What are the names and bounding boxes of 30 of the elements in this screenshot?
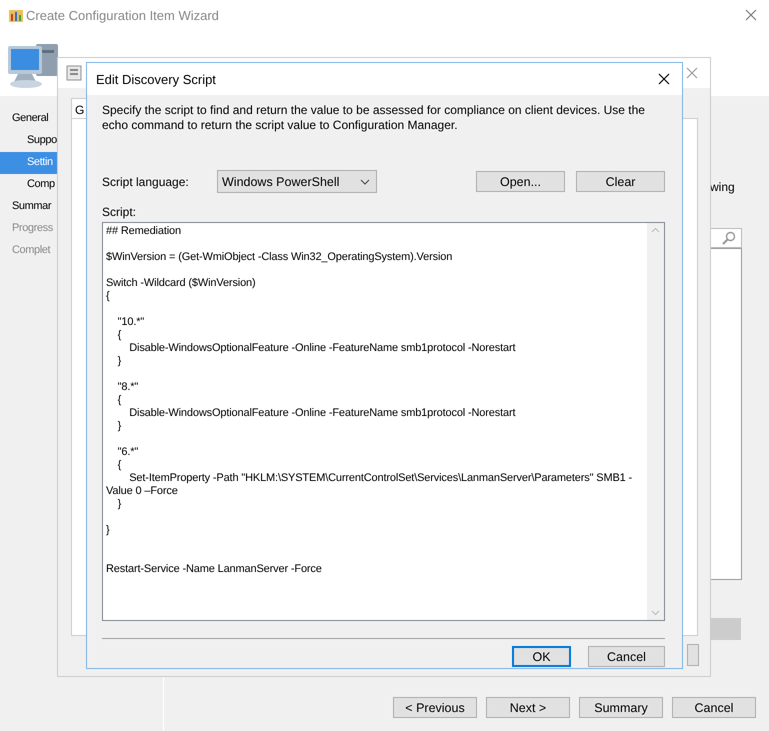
partial-button[interactable] bbox=[687, 644, 699, 666]
field-label: Script: bbox=[102, 205, 138, 219]
clear-button[interactable]: Clear bbox=[576, 171, 665, 192]
wizard-button[interactable]: < Previous bbox=[393, 697, 477, 718]
wizard-button[interactable]: Cancel bbox=[672, 697, 756, 718]
description-text: Specify the script to find and return the value to be assessed for compliance on client devices. Use the echo command to return the script value to Configuration Manager. bbox=[102, 103, 646, 133]
wizard-button[interactable]: Summary bbox=[579, 697, 663, 718]
nav-item[interactable]: Comp bbox=[0, 174, 57, 196]
section-text: wing bbox=[710, 180, 735, 194]
scroll-down-icon[interactable] bbox=[651, 610, 660, 616]
nav-item[interactable]: Summar bbox=[0, 196, 57, 218]
open-button[interactable]: Open... bbox=[476, 171, 565, 192]
language-dropdown[interactable]: Windows PowerShell bbox=[217, 170, 377, 193]
field-label: Script language: bbox=[102, 174, 190, 188]
window-title: Create Configuration Item Wizard bbox=[26, 8, 219, 23]
nav-item[interactable]: General bbox=[0, 108, 57, 130]
window-icon bbox=[66, 65, 82, 81]
dialog-button[interactable]: OK bbox=[512, 646, 571, 667]
app-icon bbox=[8, 8, 24, 24]
nav-item[interactable]: Suppo bbox=[0, 130, 57, 152]
dialog-title: Edit Discovery Script bbox=[96, 72, 216, 86]
search-icon[interactable] bbox=[722, 231, 736, 245]
scroll-up-icon[interactable] bbox=[651, 227, 660, 233]
list-box[interactable] bbox=[708, 248, 742, 580]
script-field[interactable]: ## Remediation $WinVersion = (Get-WmiObject -Class Win32_OperatingSystem).Version Switch -Wildcard ($WinVersion) { "10.*" { Disable-WindowsOptionalFeature -Online -FeatureName smb1protocol -Norestart } "8.*" { Disable-WindowsOptionalFeature -Online -FeatureName smb1protocol -Norestart } "6.*" { Set-ItemProperty -Path "HKLM:\SYSTEM\CurrentControlSet\Services\LanmanServer\Parameters" SMB1 - Value 0 –Force } } Restart-Service -Name LanmanServer -Force bbox=[102, 222, 665, 621]
chevron-icon bbox=[360, 178, 370, 184]
close-icon[interactable] bbox=[658, 73, 670, 85]
computer-icon bbox=[6, 42, 60, 88]
dialog-button[interactable]: Cancel bbox=[588, 646, 665, 667]
wizard-button[interactable]: Next > bbox=[486, 697, 570, 718]
